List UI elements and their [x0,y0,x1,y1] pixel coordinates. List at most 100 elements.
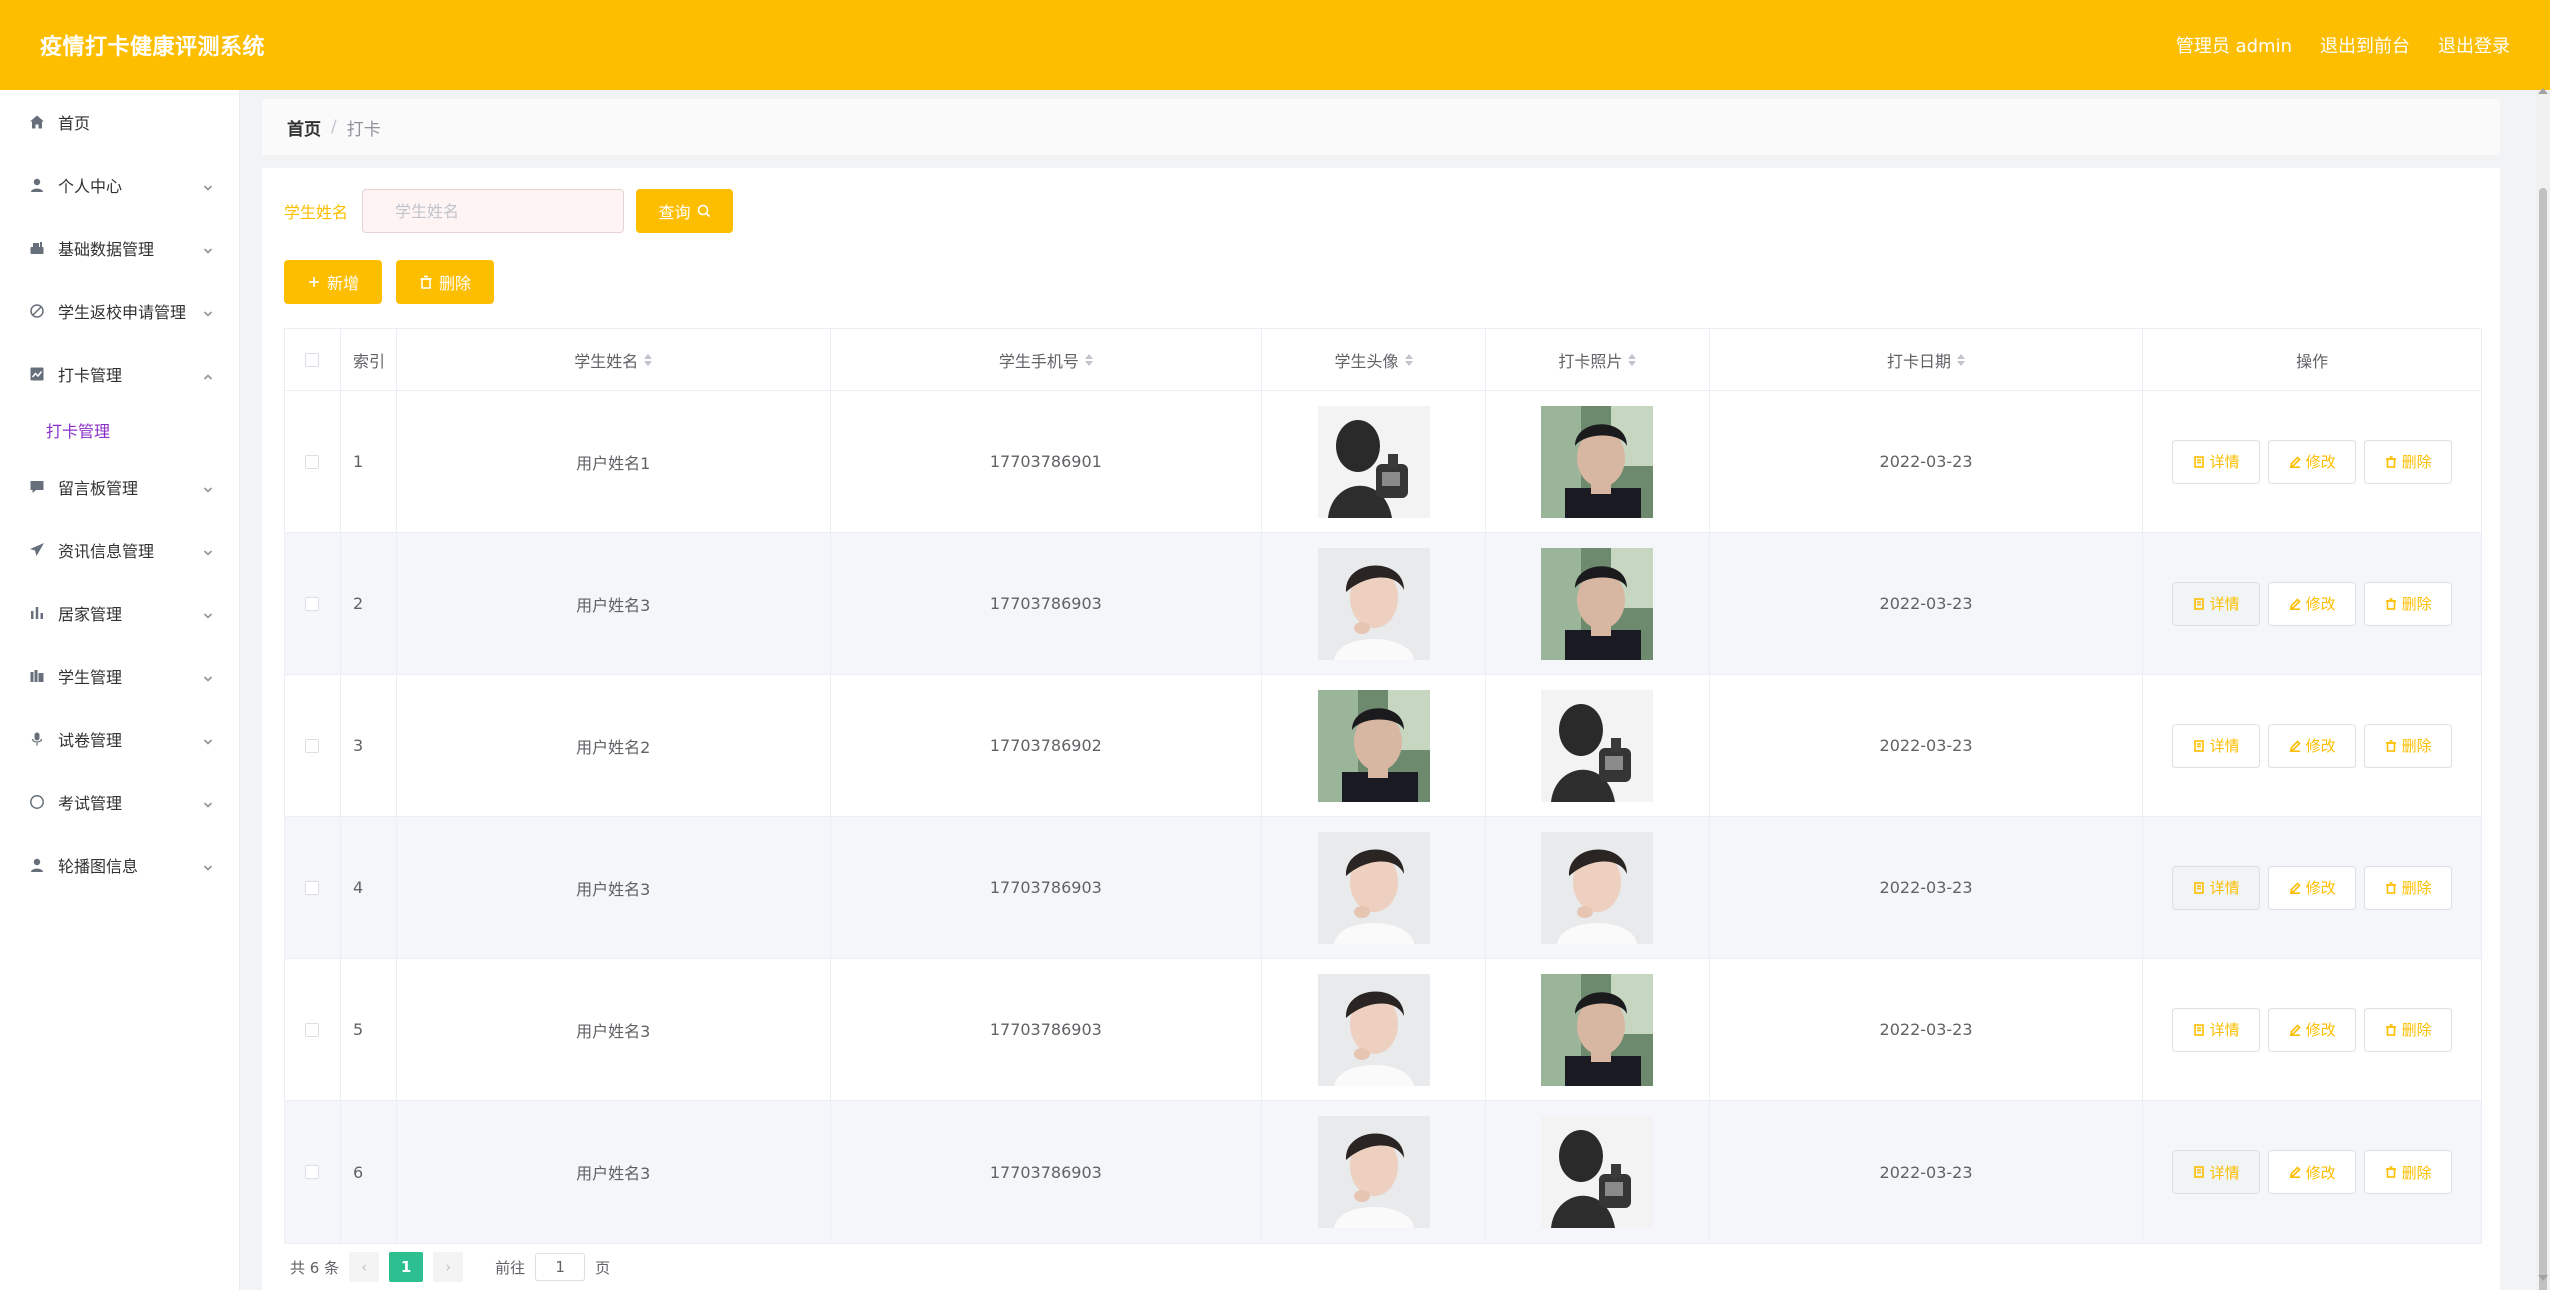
sidebar-item-5[interactable]: 留言板管理 [0,455,239,518]
cell-operations: 详情 修改 删除 [2143,391,2481,532]
student-avatar-image[interactable] [1317,1116,1430,1228]
sidebar-item-7[interactable]: 居家管理 [0,581,239,644]
delete-button[interactable]: 删除 [2364,1007,2453,1052]
student-name-search-input[interactable] [362,189,625,233]
column-header-avatar[interactable]: 学生头像 [1262,329,1486,390]
sidebar-item-label: 个人中心 [58,176,123,196]
edit-button[interactable]: 修改 [2268,1150,2357,1194]
cell-index: 6 [341,1101,397,1243]
edit-button[interactable]: 修改 [2268,1007,2357,1052]
admin-label[interactable]: 管理员 admin [2176,32,2292,58]
delete-button[interactable]: 删除 [2364,865,2453,910]
edit-button[interactable]: 修改 [2268,865,2357,910]
column-header-date[interactable]: 打卡日期 [1710,329,2144,390]
column-header-name[interactable]: 学生姓名 [397,329,831,390]
detail-button[interactable]: 详情 [2172,581,2261,626]
scroll-down-arrow-icon[interactable] [2538,1275,2548,1281]
sort-icon[interactable] [1404,353,1413,366]
sort-icon[interactable] [1084,353,1093,366]
detail-button[interactable]: 详情 [2172,723,2261,768]
batch-delete-button[interactable]: 删除 [396,260,494,304]
cell-student-name: 用户姓名3 [397,817,831,958]
column-header-operations: 操作 [2296,351,2329,371]
row-select-cell [285,959,341,1100]
student-avatar-image[interactable] [1317,831,1430,944]
cell-operations: 详情 修改 删除 [2143,675,2481,816]
detail-button[interactable]: 详情 [2172,1007,2261,1052]
edit-button-label: 修改 [2305,737,2336,755]
scroll-up-arrow-icon[interactable] [2538,88,2548,94]
row-checkbox[interactable] [305,596,320,611]
row-checkbox[interactable] [305,880,320,895]
return-icon [28,302,46,320]
submenu-item-checkin[interactable]: 打卡管理 [0,405,239,455]
checkin-photo-image[interactable] [1541,405,1654,518]
delete-button[interactable]: 删除 [2364,439,2453,484]
column-header-photo[interactable]: 打卡照片 [1486,329,1710,390]
row-checkbox[interactable] [305,738,320,753]
chevron-down-icon [203,795,213,808]
detail-button[interactable]: 详情 [2172,1150,2261,1194]
delete-button-label: 删除 [2401,453,2432,471]
scrollbar-thumb[interactable] [2539,188,2547,1290]
delete-button[interactable]: 删除 [2364,723,2453,768]
student-avatar-image[interactable] [1317,547,1430,660]
select-all-checkbox[interactable] [305,352,320,367]
table-row: 3 用户姓名2 17703786902 2022-03-23 详情 修改 删除 [285,675,2481,817]
sort-icon[interactable] [1957,353,1966,366]
checkin-photo-image[interactable] [1541,831,1654,944]
logout-link[interactable]: 退出登录 [2438,32,2510,58]
sidebar-item-2[interactable]: 基础数据管理 [0,216,239,279]
sidebar-item-4[interactable]: 打卡管理 [0,342,239,405]
search-button[interactable]: 查询 [636,189,734,233]
row-select-cell [285,391,341,532]
goto-page-input[interactable] [535,1253,586,1281]
sort-icon[interactable] [644,353,653,366]
breadcrumb-home[interactable]: 首页 [287,115,321,140]
exit-to-front-link[interactable]: 退出到前台 [2320,32,2410,58]
row-checkbox[interactable] [305,1022,320,1037]
sidebar-item-11[interactable]: 轮播图信息 [0,833,239,896]
checkin-photo-image[interactable] [1541,547,1654,660]
sidebar-item-1[interactable]: 个人中心 [0,153,239,216]
sidebar-item-10[interactable]: 考试管理 [0,770,239,833]
student-avatar-image[interactable] [1317,405,1430,518]
detail-button[interactable]: 详情 [2172,439,2261,484]
edit-button[interactable]: 修改 [2268,723,2357,768]
add-button[interactable]: 新增 [284,260,382,304]
sidebar-item-3[interactable]: 学生返校申请管理 [0,279,239,342]
student-avatar-image[interactable] [1317,689,1430,802]
sidebar-item-9[interactable]: 试卷管理 [0,707,239,770]
sort-icon[interactable] [1628,353,1637,366]
delete-button[interactable]: 删除 [2364,581,2453,626]
edit-button[interactable]: 修改 [2268,581,2357,626]
row-checkbox[interactable] [305,1165,320,1179]
checkin-photo-image[interactable] [1541,1116,1654,1228]
edit-button-label: 修改 [2305,595,2336,613]
table-row: 6 用户姓名3 17703786903 2022-03-23 详情 修改 删除 [285,1101,2481,1243]
student-icon [28,667,46,685]
cell-phone: 17703786901 [831,391,1263,532]
sidebar-item-6[interactable]: 资讯信息管理 [0,518,239,581]
delete-button[interactable]: 删除 [2364,1150,2453,1194]
prev-page-button[interactable]: ‹ [349,1252,380,1282]
column-header-phone-label: 学生手机号 [998,351,1079,371]
sidebar-item-0[interactable]: 首页 [0,90,239,153]
checkin-photo-image[interactable] [1541,973,1654,1086]
edit-button[interactable]: 修改 [2268,439,2357,484]
cell-avatar [1262,391,1486,532]
page-scrollbar[interactable] [2536,90,2550,1290]
cell-avatar [1262,675,1486,816]
next-page-button[interactable]: › [433,1252,464,1282]
column-header-phone[interactable]: 学生手机号 [831,329,1263,390]
table-body: 1 用户姓名1 17703786901 2022-03-23 详情 修改 删除 2 用户姓名3 1… [285,391,2481,1243]
sidebar-item-8[interactable]: 学生管理 [0,644,239,707]
sidebar-item-label: 轮播图信息 [58,856,139,876]
student-avatar-image[interactable] [1317,973,1430,1086]
edit-button-label: 修改 [2305,879,2336,897]
detail-button[interactable]: 详情 [2172,865,2261,910]
row-checkbox[interactable] [305,454,320,469]
checkin-photo-image[interactable] [1541,689,1654,802]
page-number-current[interactable]: 1 [389,1252,424,1282]
document-icon [2193,739,2204,752]
